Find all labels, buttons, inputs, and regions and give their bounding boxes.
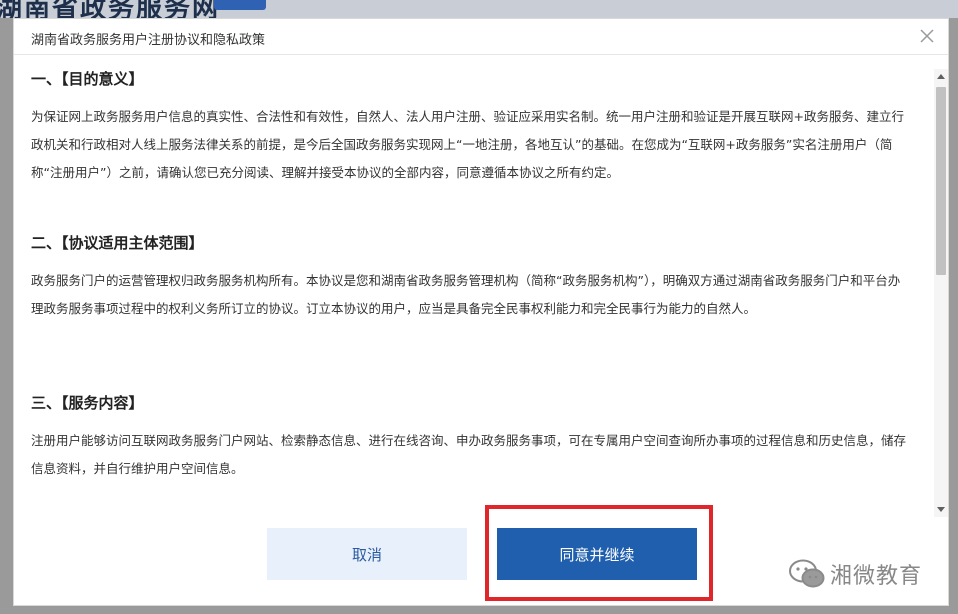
agreement-content[interactable]: 一、【目的意义】 为保证网上政务服务用户信息的真实性、合法性和有效性，自然人、法… (31, 67, 911, 512)
section-heading: 一、【目的意义】 (31, 70, 144, 88)
agreement-dialog: 湖南省政务服务用户注册协议和隐私政策 一、【目的意义】 为保证网上政务服务用户信… (13, 18, 949, 606)
section-heading: 三、【服务内容】 (31, 394, 144, 412)
dialog-header: 湖南省政务服务用户注册协议和隐私政策 (14, 19, 948, 55)
dialog-title: 湖南省政务服务用户注册协议和隐私政策 (31, 33, 266, 48)
cancel-button[interactable]: 取消 (267, 528, 467, 580)
watermark-text: 湘微教育 (830, 564, 923, 589)
wechat-icon (789, 559, 825, 588)
section-body: 政务服务门户的运营管理权归政务服务机构所有。本协议是您和湖南省政务服务管理机构（… (31, 273, 901, 316)
background-site-title: 湖南省政务服务网 (0, 0, 221, 18)
section-service-content: 三、【服务内容】 注册用户能够访问互联网政务服务门户网站、检索静态信息、进行在线… (31, 391, 911, 483)
section-heading: 二、【协议适用主体范围】 (31, 234, 204, 252)
scrollbar-thumb[interactable] (936, 87, 946, 275)
content-scrollbar[interactable] (934, 69, 948, 517)
agree-continue-button[interactable]: 同意并继续 (497, 528, 697, 580)
background-page-header: 湖南省政务服务网 (0, 0, 958, 18)
section-body: 为保证网上政务服务用户信息的真实性、合法性和有效性，自然人、法人用户注册、验证应… (31, 109, 904, 180)
section-body: 注册用户能够访问互联网政务服务门户网站、检索静态信息、进行在线咨询、申办政务服务… (31, 433, 907, 476)
section-scope: 二、【协议适用主体范围】 政务服务门户的运营管理权归政务服务机构所有。本协议是您… (31, 231, 911, 323)
section-purpose: 一、【目的意义】 为保证网上政务服务用户信息的真实性、合法性和有效性，自然人、法… (31, 67, 911, 187)
scroll-down-arrow-icon[interactable] (937, 507, 945, 512)
background-badge (214, 0, 266, 10)
close-icon (920, 29, 934, 43)
close-button[interactable] (918, 27, 936, 45)
scroll-up-arrow-icon[interactable] (937, 74, 945, 79)
